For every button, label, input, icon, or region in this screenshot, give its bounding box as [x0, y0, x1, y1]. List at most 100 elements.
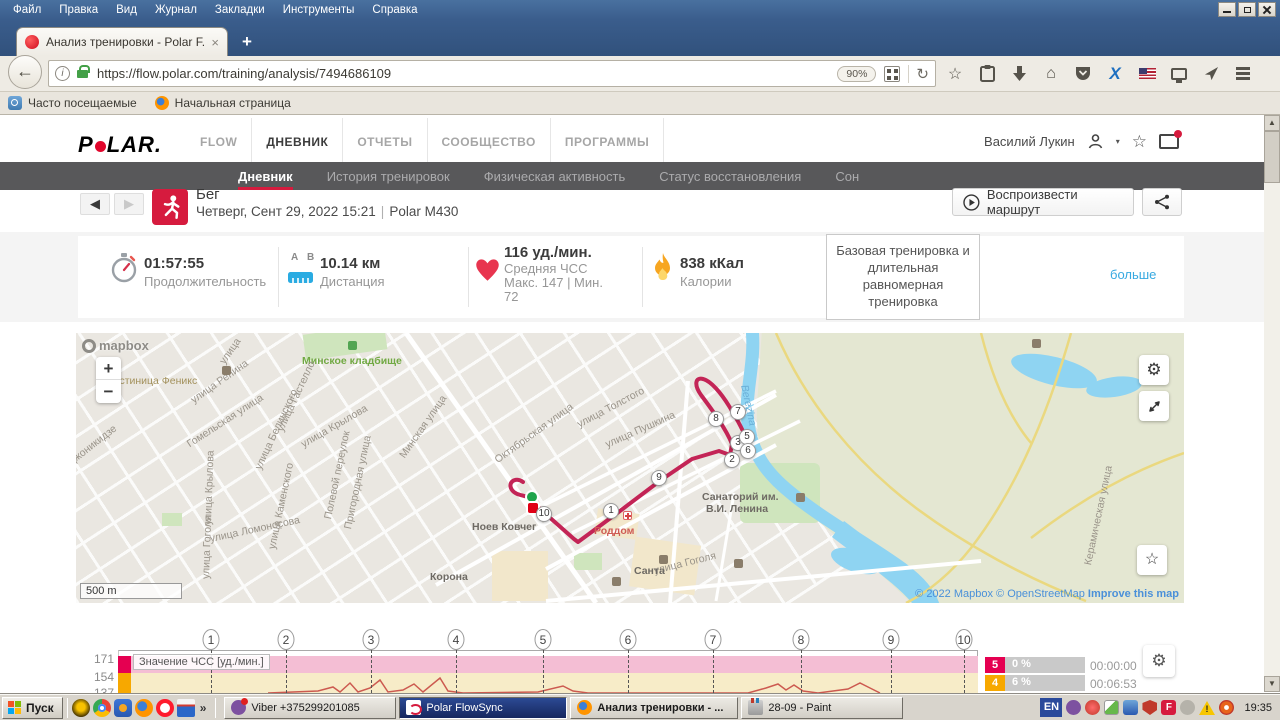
downloads-icon[interactable]	[1008, 63, 1030, 85]
subnav-item[interactable]: История тренировок	[327, 162, 450, 190]
site-nav-item[interactable]: FLOW	[186, 118, 252, 165]
site-nav-item[interactable]: СООБЩЕСТВО	[428, 118, 551, 165]
menu-item[interactable]: Закладки	[208, 2, 272, 18]
mapbox-logo[interactable]: mapbox	[82, 338, 149, 353]
menu-item[interactable]: Журнал	[148, 2, 204, 18]
opera-icon[interactable]	[156, 699, 174, 717]
menu-item[interactable]: Файл	[6, 2, 48, 18]
route-km-marker[interactable]: 10	[536, 506, 552, 522]
map-favorite-button[interactable]: ☆	[1137, 545, 1167, 575]
polar-logo[interactable]: PLAR.	[78, 132, 162, 158]
km-marker[interactable]: 6	[620, 629, 637, 650]
subnav-item[interactable]: Статус восстановления	[659, 162, 801, 190]
hr-zone-row[interactable]: 4 6 % 00:06:53	[985, 675, 1255, 691]
route-km-marker[interactable]: 2	[724, 452, 740, 468]
site-nav-item[interactable]: ДНЕВНИК	[252, 118, 343, 165]
viber-tray-icon[interactable]	[1066, 700, 1081, 715]
route-km-marker[interactable]: 6	[740, 443, 756, 459]
km-marker[interactable]: 7	[705, 629, 722, 650]
bookmark-star-icon[interactable]: ☆	[944, 63, 966, 85]
url-text[interactable]: https://flow.polar.com/training/analysis…	[97, 66, 837, 81]
route-km-marker[interactable]: 9	[651, 470, 667, 486]
play-route-button[interactable]: Воспроизвести маршрут	[952, 188, 1134, 216]
chrome-icon[interactable]	[93, 699, 111, 717]
reload-icon[interactable]: ↻	[916, 65, 929, 83]
site-nav-item[interactable]: ОТЧЕТЫ	[343, 118, 427, 165]
hr-zone-row[interactable]: 5 0 % 00:00:00	[985, 657, 1255, 673]
task-button[interactable]: Анализ тренировки - ...	[570, 697, 738, 719]
km-marker[interactable]: 4	[448, 629, 465, 650]
restore-button[interactable]	[1238, 2, 1256, 17]
improve-map-link[interactable]: Improve this map	[1088, 588, 1179, 600]
browser-tab[interactable]: Анализ тренировки - Polar F... ×	[16, 27, 228, 56]
next-session-button[interactable]: ▶	[114, 193, 144, 215]
favorites-star-icon[interactable]: ☆	[1132, 132, 1147, 152]
route-km-marker[interactable]: 7	[730, 404, 746, 420]
zoom-level-badge[interactable]: 90%	[837, 66, 876, 82]
km-marker[interactable]: 9	[883, 629, 900, 650]
task-button[interactable]: Viber +375299201085	[224, 697, 396, 719]
https-lock-icon[interactable]	[77, 70, 88, 78]
km-marker[interactable]: 3	[363, 629, 380, 650]
save-icon[interactable]	[177, 699, 195, 717]
map-zoom-out-button[interactable]: −	[96, 380, 121, 403]
page-scrollbar[interactable]: ▲ ▼	[1264, 115, 1280, 692]
menu-item[interactable]: Инструменты	[276, 2, 362, 18]
km-marker[interactable]: 1	[203, 629, 220, 650]
subnav-item[interactable]: Дневник	[238, 162, 293, 190]
task-button[interactable]: Polar FlowSync	[399, 697, 567, 719]
share-button[interactable]	[1142, 188, 1182, 216]
map-zoom-in-button[interactable]: +	[96, 357, 121, 380]
user-tray-icon[interactable]	[1180, 700, 1195, 715]
leaf-tray-icon[interactable]	[1104, 700, 1119, 715]
home-icon[interactable]: ⌂	[1040, 63, 1062, 85]
start-button[interactable]: Пуск	[2, 697, 63, 719]
tab-close-icon[interactable]: ×	[211, 35, 219, 50]
bookmark-frequent[interactable]: Часто посещаемые	[8, 96, 137, 110]
route-km-marker[interactable]: 8	[708, 411, 724, 427]
bookmark-home-page[interactable]: Начальная страница	[155, 96, 291, 110]
map-fullscreen-button[interactable]	[1139, 391, 1169, 421]
notifications-icon[interactable]	[1159, 134, 1179, 149]
network-tray-icon[interactable]	[1123, 700, 1138, 715]
send-tab-icon[interactable]	[1200, 63, 1222, 85]
us-flag-icon[interactable]	[1136, 63, 1158, 85]
tiles-icon[interactable]	[884, 66, 900, 82]
scroll-down-button[interactable]: ▼	[1264, 676, 1280, 692]
update-tray-icon[interactable]	[1085, 700, 1100, 715]
close-button[interactable]	[1258, 2, 1276, 17]
map-settings-button[interactable]: ⚙	[1139, 355, 1169, 385]
user-caret-icon[interactable]: ▾	[1116, 137, 1120, 146]
target-tray-icon[interactable]	[1219, 700, 1234, 715]
route-map[interactable]: улицаМинское кладбищегостиница Фениксули…	[76, 333, 1184, 603]
page-info-icon[interactable]: i	[55, 66, 70, 81]
pocket-icon[interactable]	[1072, 63, 1094, 85]
menu-item[interactable]: Справка	[365, 2, 424, 18]
km-marker[interactable]: 8	[793, 629, 810, 650]
menu-item[interactable]: Правка	[52, 2, 105, 18]
x-app-icon[interactable]: X	[1104, 63, 1126, 85]
chart-settings-button[interactable]: ⚙	[1143, 645, 1175, 677]
firefox-icon[interactable]	[135, 699, 153, 717]
route-km-marker[interactable]: 1	[603, 503, 619, 519]
previous-session-button[interactable]: ◀	[80, 193, 110, 215]
quicklaunch-overflow-icon[interactable]: »	[195, 701, 212, 715]
km-marker[interactable]: 5	[535, 629, 552, 650]
user-icon[interactable]	[1087, 133, 1104, 150]
km-marker[interactable]: 2	[278, 629, 295, 650]
clipboard-icon[interactable]	[976, 63, 998, 85]
language-indicator[interactable]: EN	[1040, 698, 1062, 717]
menu-hamburger-icon[interactable]	[1232, 63, 1254, 85]
warning-tray-icon[interactable]	[1199, 701, 1215, 715]
mail-app-icon[interactable]	[114, 699, 132, 717]
shield-tray-icon[interactable]	[1142, 700, 1157, 715]
subnav-item[interactable]: Сон	[835, 162, 859, 190]
task-button[interactable]: 28-09 - Paint	[741, 697, 903, 719]
menu-item[interactable]: Вид	[109, 2, 144, 18]
flowsync-tray-icon[interactable]: F	[1161, 700, 1176, 715]
scroll-up-button[interactable]: ▲	[1264, 115, 1280, 131]
km-marker[interactable]: 10	[956, 629, 973, 650]
minimize-button[interactable]	[1218, 2, 1236, 17]
scrollbar-thumb[interactable]	[1264, 131, 1280, 183]
new-tab-button[interactable]: +	[236, 32, 258, 52]
